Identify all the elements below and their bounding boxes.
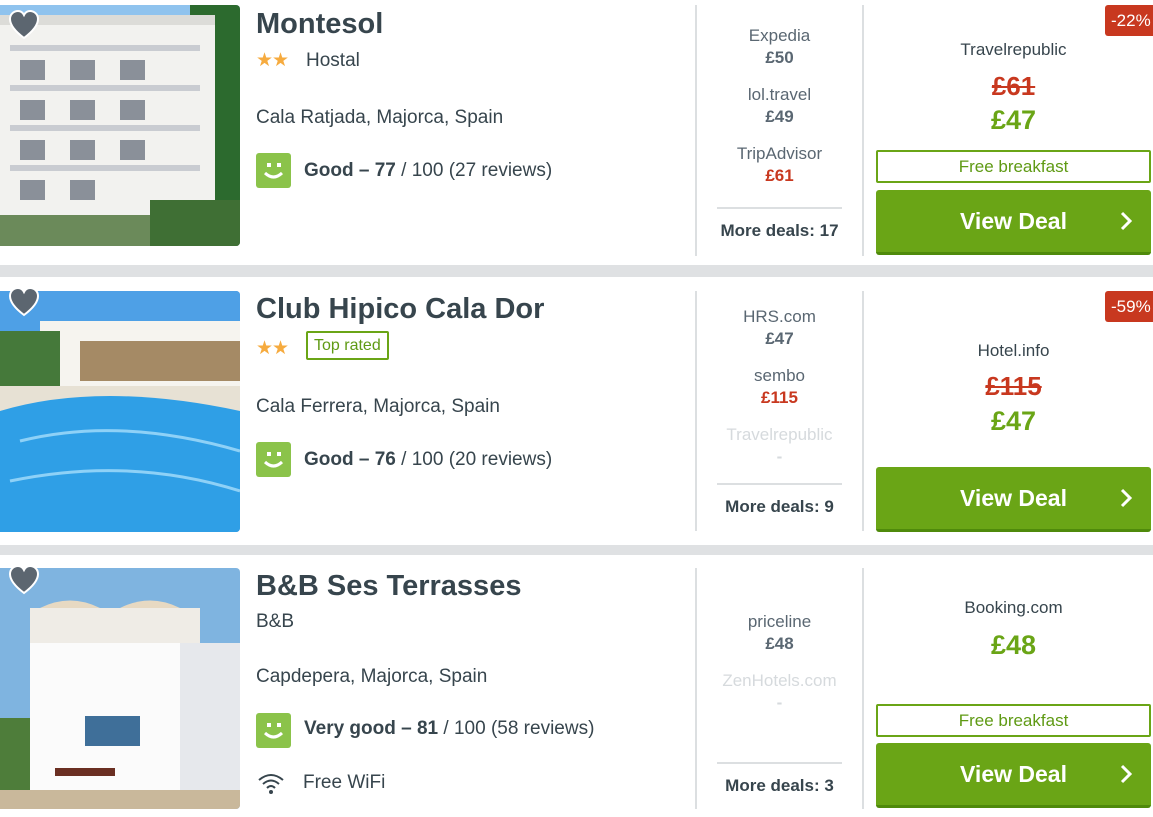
view-deal-button[interactable]: View Deal	[876, 190, 1151, 255]
view-deal-label: View Deal	[960, 484, 1067, 511]
hotel-location[interactable]: Cala Ferrera, Majorca, Spain	[256, 396, 500, 418]
deal-item[interactable]: priceline £48	[717, 611, 842, 670]
best-price[interactable]: £47	[876, 105, 1151, 136]
hotel-name[interactable]: Montesol	[256, 8, 383, 41]
rating-score: 81	[416, 718, 439, 739]
divider	[695, 291, 697, 531]
free-breakfast-badge: Free breakfast	[876, 704, 1151, 737]
rating-score: 76	[374, 449, 396, 470]
deal-item[interactable]: Expedia £50	[717, 25, 842, 84]
rating-score: 77	[374, 160, 396, 181]
best-deal-provider[interactable]: Booking.com	[876, 598, 1151, 618]
deal-price: £61	[765, 166, 794, 185]
review-rating[interactable]: Good – 77 / 100 (27 reviews)	[304, 160, 552, 182]
wifi-icon	[258, 774, 284, 794]
divider	[862, 5, 864, 256]
hotel-location[interactable]: Capdepera, Majorca, Spain	[256, 666, 487, 688]
best-deal-provider[interactable]: Hotel.info	[876, 341, 1151, 361]
hotel-type: Hostal	[306, 50, 360, 71]
rating-label: Good	[304, 449, 354, 470]
deal-provider: HRS.com	[743, 307, 816, 326]
divider	[695, 5, 697, 256]
hotel-card[interactable]: B&B Ses Terrasses B&B Capdepera, Majorca…	[0, 555, 1153, 817]
deal-list: Expedia £50 lol.travel £49 TripAdvisor £…	[717, 25, 842, 202]
best-deal-provider[interactable]: Travelrepublic	[876, 40, 1151, 60]
deal-price: £47	[765, 329, 794, 348]
view-deal-button[interactable]: View Deal	[876, 467, 1151, 532]
deal-price: £115	[761, 388, 798, 407]
review-count: / 100 (27 reviews)	[395, 160, 553, 181]
hotel-photo[interactable]	[0, 291, 240, 532]
deal-provider: Travelrepublic	[726, 425, 833, 444]
discount-badge: -22%	[1105, 5, 1153, 36]
hotel-type: B&B	[256, 611, 295, 632]
hotel-name[interactable]: Club Hipico Cala Dor	[256, 293, 544, 326]
heart-icon[interactable]	[8, 564, 40, 595]
divider	[695, 568, 697, 809]
best-price[interactable]: £48	[876, 630, 1151, 661]
deal-provider: TripAdvisor	[736, 144, 823, 163]
deal-item[interactable]: TripAdvisor £61	[717, 143, 842, 202]
smiley-icon	[256, 713, 291, 748]
deal-price: £48	[765, 634, 794, 653]
top-rated-badge: Top rated	[306, 331, 389, 360]
view-deal-button[interactable]: View Deal	[876, 743, 1151, 808]
deal-provider: Expedia	[748, 26, 811, 45]
rating-dash: –	[395, 718, 417, 739]
deal-item: Travelrepublic -	[717, 424, 842, 483]
amenity-label: Free WiFi	[303, 772, 386, 793]
review-count: / 100 (20 reviews)	[395, 449, 553, 470]
deal-price: £49	[765, 107, 794, 126]
deal-price: -	[776, 693, 783, 712]
hotel-location[interactable]: Cala Ratjada, Majorca, Spain	[256, 107, 503, 129]
free-breakfast-badge: Free breakfast	[876, 150, 1151, 183]
amenity-wifi: Free WiFi	[256, 771, 385, 795]
smiley-icon	[256, 442, 291, 477]
deal-item[interactable]: HRS.com £47	[717, 306, 842, 365]
discount-badge: -59%	[1105, 291, 1153, 322]
deal-price: -	[776, 447, 783, 466]
deal-item[interactable]: sembo £115	[717, 365, 842, 424]
more-deals-link[interactable]: More deals: 9	[717, 483, 842, 517]
deal-provider: sembo	[753, 366, 806, 385]
deal-item: ZenHotels.com -	[717, 670, 842, 729]
deal-provider: lol.travel	[747, 85, 812, 104]
deal-provider: ZenHotels.com	[722, 671, 837, 690]
old-price: £61	[991, 71, 1036, 101]
review-rating[interactable]: Very good – 81 / 100 (58 reviews)	[304, 718, 594, 740]
deal-provider: priceline	[747, 612, 812, 631]
review-count: / 100 (58 reviews)	[438, 718, 595, 739]
chevron-right-icon	[1119, 487, 1133, 515]
star-rating: ★★	[256, 338, 289, 359]
hotel-photo[interactable]	[0, 5, 240, 246]
rating-dash: –	[353, 160, 375, 181]
chevron-right-icon	[1119, 763, 1133, 791]
heart-icon[interactable]	[8, 286, 40, 317]
review-rating[interactable]: Good – 76 / 100 (20 reviews)	[304, 449, 552, 471]
rating-label: Good	[304, 160, 354, 181]
chevron-right-icon	[1119, 210, 1133, 238]
hotel-card[interactable]: Montesol ★★ Hostal Cala Ratjada, Majorca…	[0, 0, 1153, 265]
smiley-icon	[256, 153, 291, 188]
deal-list: priceline £48 ZenHotels.com -	[717, 611, 842, 729]
star-rating: ★★	[256, 50, 289, 71]
old-price: £115	[985, 371, 1042, 401]
heart-icon[interactable]	[8, 9, 40, 40]
view-deal-label: View Deal	[960, 207, 1067, 234]
view-deal-label: View Deal	[960, 760, 1067, 787]
deal-price: £50	[765, 48, 794, 67]
deal-list: HRS.com £47 sembo £115 Travelrepublic -	[717, 306, 842, 483]
divider	[862, 568, 864, 809]
divider	[862, 291, 864, 531]
deal-item[interactable]: lol.travel £49	[717, 84, 842, 143]
hotel-photo[interactable]	[0, 568, 240, 809]
hotel-card[interactable]: Club Hipico Cala Dor ★★ Top rated Cala F…	[0, 277, 1153, 545]
rating-label: Very good	[304, 718, 396, 739]
rating-dash: –	[353, 449, 375, 470]
more-deals-link[interactable]: More deals: 17	[717, 207, 842, 241]
more-deals-link[interactable]: More deals: 3	[717, 762, 842, 796]
hotel-name[interactable]: B&B Ses Terrasses	[256, 570, 521, 603]
best-price[interactable]: £47	[876, 406, 1151, 437]
